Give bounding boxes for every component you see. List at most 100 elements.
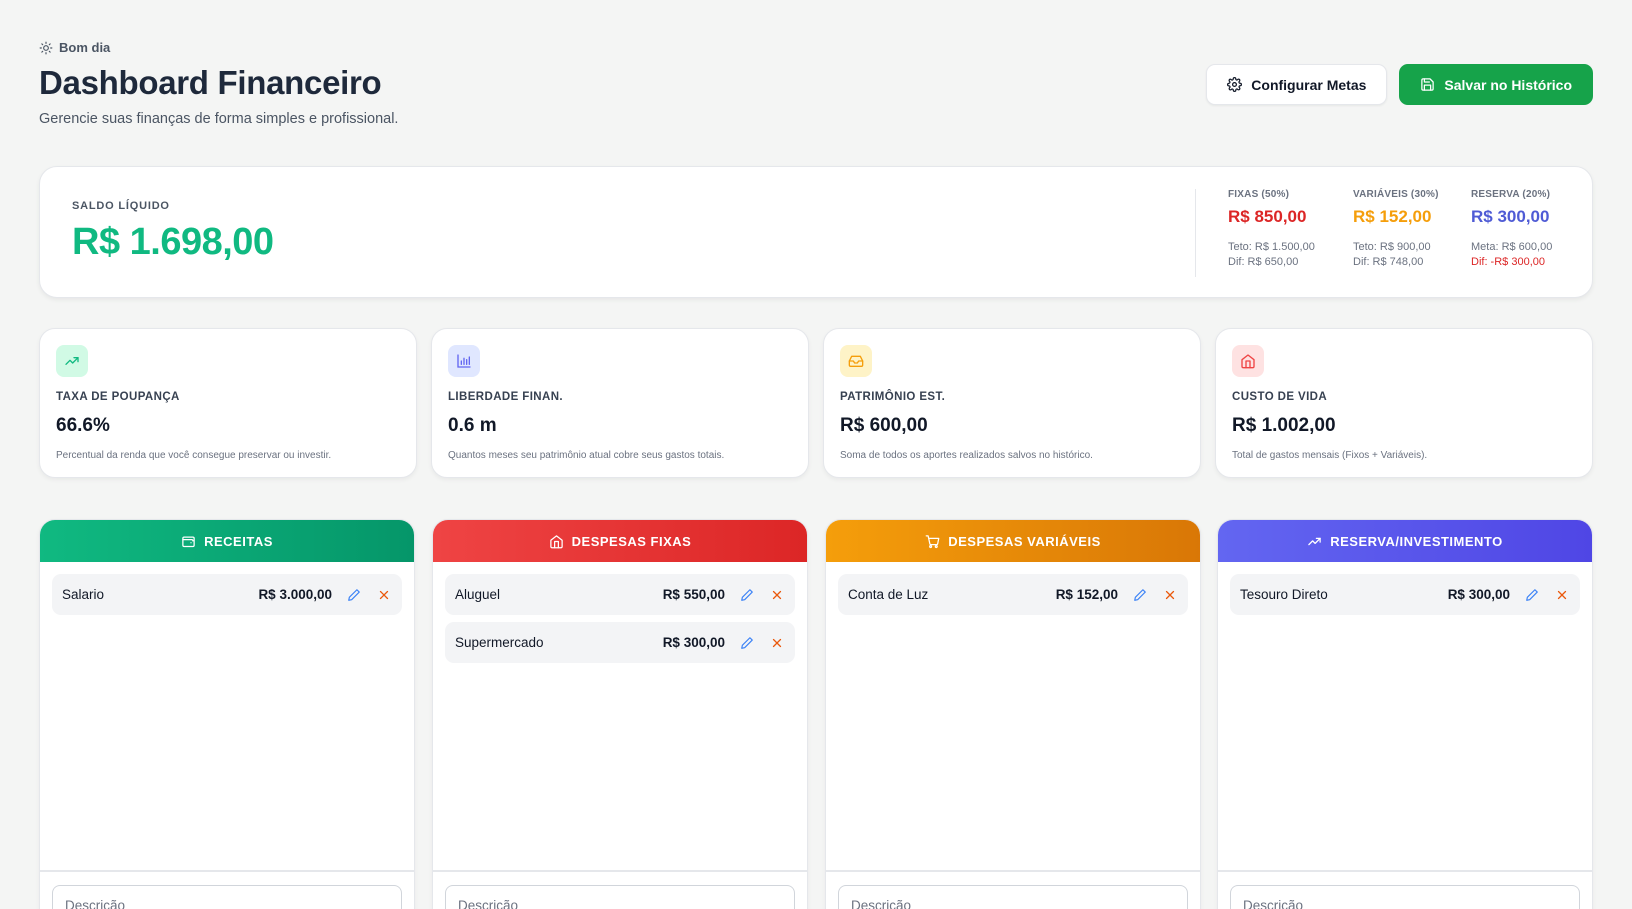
kpi-icon-box [1232, 345, 1264, 377]
summary-divider [1195, 189, 1196, 277]
budget-label: RESERVA (20%) [1471, 189, 1551, 200]
kpi-icon-box [840, 345, 872, 377]
entry-amount: R$ 3.000,00 [258, 587, 332, 602]
entry-description: Conta de Luz [848, 587, 929, 602]
edit-entry-button[interactable] [1524, 587, 1540, 603]
edit-entry-button[interactable] [739, 635, 755, 651]
trending-up-icon [65, 357, 79, 365]
pencil-icon [348, 588, 360, 601]
kpi-card-cost-of-living: CUSTO DE VIDA R$ 1.002,00 Total de gasto… [1215, 328, 1593, 478]
kpi-description: Quantos meses seu patrimônio atual cobre… [448, 450, 725, 461]
entry-description: Tesouro Direto [1240, 587, 1328, 602]
edit-entry-button[interactable] [1132, 587, 1148, 603]
budget-diff: Dif: -R$ 300,00 [1471, 256, 1545, 268]
entry-list: Aluguel R$ 550,00 Supermercado R$ 300,00 [433, 562, 807, 872]
column-title: RECEITAS [204, 533, 273, 549]
description-input[interactable] [1230, 885, 1580, 909]
entry-description: Supermercado [455, 635, 544, 650]
column-reserva-investimento: RESERVA/INVESTIMENTO Tesouro Direto R$ 3… [1217, 519, 1593, 909]
column-title: DESPESAS VARIÁVEIS [948, 533, 1101, 549]
entry-amount: R$ 550,00 [662, 587, 725, 602]
home-icon [1241, 354, 1255, 369]
description-input[interactable] [838, 885, 1188, 909]
budget-label: FIXAS (50%) [1228, 189, 1290, 200]
budget-goal: Meta: R$ 600,00 [1471, 241, 1553, 253]
column-header: DESPESAS FIXAS [433, 520, 807, 562]
budget-diff: Dif: R$ 650,00 [1228, 256, 1299, 268]
delete-entry-button[interactable] [1162, 587, 1178, 603]
configure-goals-button[interactable]: Configurar Metas [1206, 64, 1388, 105]
save-history-button[interactable]: Salvar no Histórico [1399, 64, 1593, 105]
entry-row: Aluguel R$ 550,00 [445, 574, 795, 615]
budget-variaveis: VARIÁVEIS (30%) R$ 152,00 Teto: R$ 900,0… [1353, 189, 1439, 268]
saldo-value: R$ 1.698,00 [72, 221, 274, 263]
entry-list: Conta de Luz R$ 152,00 [826, 562, 1200, 872]
summary-card: SALDO LÍQUIDO R$ 1.698,00 FIXAS (50%) R$… [39, 166, 1593, 298]
budget-value: R$ 850,00 [1228, 207, 1307, 226]
wallet-icon [182, 536, 195, 547]
save-history-label: Salvar no Histórico [1444, 76, 1572, 93]
column-header: RECEITAS [40, 520, 414, 562]
kpi-description: Percentual da renda que você consegue pr… [56, 450, 332, 461]
column-header: DESPESAS VARIÁVEIS [826, 520, 1200, 562]
kpi-description: Total de gastos mensais (Fixos + Variáve… [1232, 450, 1428, 461]
configure-goals-label: Configurar Metas [1251, 76, 1367, 93]
entry-list: Salario R$ 3.000,00 [40, 562, 414, 872]
kpi-icon-box [448, 345, 480, 377]
delete-entry-button[interactable] [769, 635, 785, 651]
save-icon [1421, 78, 1435, 91]
description-input[interactable] [445, 885, 795, 909]
pencil-icon [1526, 588, 1538, 601]
budget-ceiling: Teto: R$ 900,00 [1353, 241, 1431, 253]
close-icon [1557, 590, 1567, 599]
home-icon [549, 534, 563, 548]
close-icon [772, 638, 782, 647]
kpi-value: R$ 600,00 [840, 415, 928, 436]
greeting-text: Bom dia [59, 40, 111, 55]
edit-entry-button[interactable] [739, 587, 755, 603]
column-despesas-variaveis: DESPESAS VARIÁVEIS Conta de Luz R$ 152,0… [825, 519, 1201, 909]
kpi-label: CUSTO DE VIDA [1232, 391, 1328, 403]
pencil-icon [1134, 588, 1146, 601]
entry-description: Salario [62, 587, 105, 602]
kpi-value: 0.6 m [448, 415, 497, 436]
kpi-label: PATRIMÔNIO EST. [840, 391, 946, 403]
budget-label: VARIÁVEIS (30%) [1353, 189, 1439, 200]
budget-diff: Dif: R$ 748,00 [1353, 256, 1424, 268]
budget-value: R$ 152,00 [1353, 207, 1432, 226]
inbox-icon [848, 355, 864, 367]
kpi-value: 66.6% [56, 415, 110, 436]
entry-row: Conta de Luz R$ 152,00 [838, 574, 1188, 615]
column-receitas: RECEITAS Salario R$ 3.000,00 [39, 519, 415, 909]
entry-description: Aluguel [455, 587, 501, 602]
pencil-icon [741, 588, 753, 601]
delete-entry-button[interactable] [376, 587, 392, 603]
kpi-card-savings-rate: TAXA DE POUPANÇA 66.6% Percentual da ren… [39, 328, 417, 478]
kpi-card-estimated-assets: PATRIMÔNIO EST. R$ 600,00 Soma de todos … [823, 328, 1201, 478]
entry-row: Tesouro Direto R$ 300,00 [1230, 574, 1580, 615]
budget-reserva: RESERVA (20%) R$ 300,00 Meta: R$ 600,00 … [1471, 189, 1552, 268]
budget-ceiling: Teto: R$ 1.500,00 [1228, 241, 1315, 253]
header-actions: Configurar Metas Salvar no Histórico [1206, 64, 1593, 105]
description-input[interactable] [52, 885, 402, 909]
edit-entry-button[interactable] [346, 587, 362, 603]
gear-icon [1227, 77, 1243, 92]
page-header: Bom dia Dashboard Financeiro Gerencie su… [39, 40, 1593, 140]
entry-row: Supermercado R$ 300,00 [445, 622, 795, 663]
kpi-card-financial-freedom: LIBERDADE FINAN. 0.6 m Quantos meses seu… [431, 328, 809, 478]
close-icon [1165, 590, 1175, 599]
kpi-label: TAXA DE POUPANÇA [56, 391, 180, 403]
delete-entry-button[interactable] [769, 587, 785, 603]
sun-icon [39, 41, 53, 54]
column-despesas-fixas: DESPESAS FIXAS Aluguel R$ 550,00 Superme… [432, 519, 808, 909]
page-subtitle: Gerencie suas finanças de forma simples … [39, 111, 399, 127]
delete-entry-button[interactable] [1554, 587, 1570, 603]
bar-chart-icon [457, 354, 471, 368]
cart-icon [925, 534, 940, 548]
column-title: RESERVA/INVESTIMENTO [1330, 533, 1503, 549]
entry-amount: R$ 300,00 [662, 635, 725, 650]
kpi-value: R$ 1.002,00 [1232, 415, 1336, 436]
column-title: DESPESAS FIXAS [571, 533, 692, 549]
close-icon [379, 590, 389, 599]
column-header: RESERVA/INVESTIMENTO [1218, 520, 1592, 562]
